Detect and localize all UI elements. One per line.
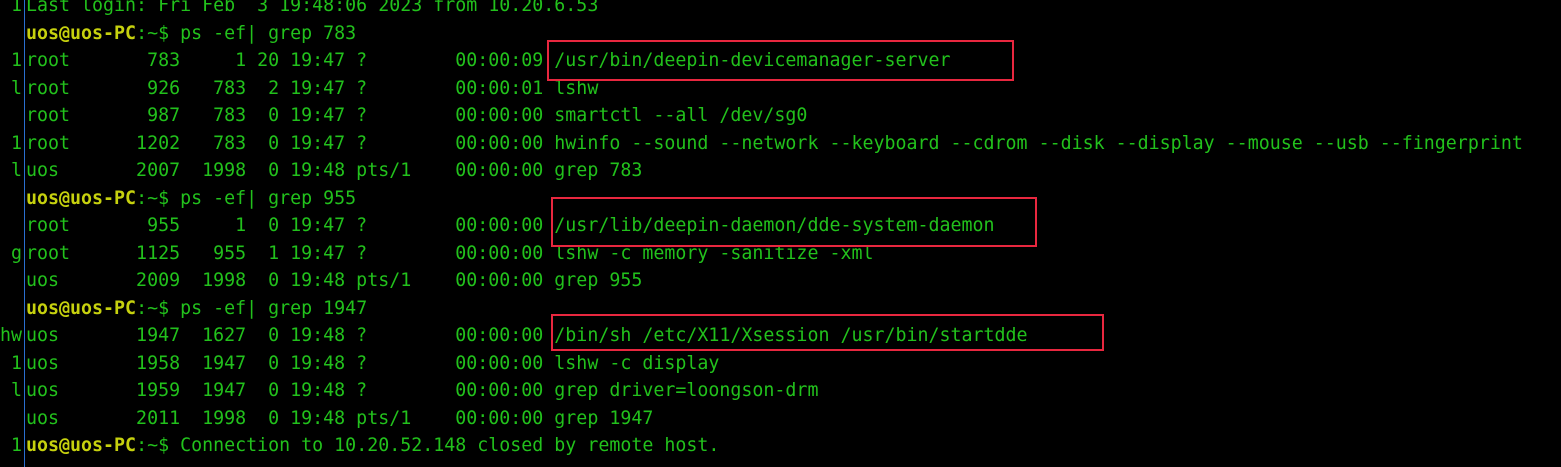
output-line: hw uos 1947 1627 0 19:48 ? 00:00:00 /bin/… [0, 322, 1561, 350]
prompt-path: :~$ [136, 297, 181, 319]
prompt-line: uos@uos-PC:~$ ps -ef| grep 1947 [0, 295, 1561, 323]
output-line: l uos 2007 1998 0 19:48 pts/1 00:00:00 gr… [0, 157, 1561, 185]
output-line: l root 926 783 2 19:47 ? 00:00:01 lshw [0, 75, 1561, 103]
output-text: root 955 1 0 19:47 ? 00:00:00 /usr/lib/d… [26, 215, 995, 236]
output-text: uos 1947 1627 0 19:48 ? 00:00:00 /bin/sh… [26, 325, 1028, 346]
gutter-char: 1 [10, 352, 22, 374]
gutter-char: hw [0, 325, 23, 346]
gutter-char: 1 [10, 435, 22, 456]
output-line: g root 1125 955 1 19:47 ? 00:00:00 lshw -… [0, 240, 1561, 268]
prompt-line: 1 uos@uos-PC:~$ Connection to 10.20.52.14… [0, 432, 1561, 460]
output-line: 1 Last login: Fri Feb 3 19:48:06 2023 fro… [0, 0, 1561, 20]
output-text: root 987 783 0 19:47 ? 00:00:00 smartctl… [26, 105, 808, 126]
prompt-path: :~$ [136, 22, 181, 44]
output-text: root 783 1 20 19:47 ? 00:00:09 /usr/bin/… [26, 50, 951, 71]
output-text: uos 2011 1998 0 19:48 pts/1 00:00:00 gre… [26, 407, 654, 429]
prompt-line: uos@uos-PC:~$ ps -ef| grep 955 [0, 185, 1561, 213]
terminal-window[interactable]: 1 Last login: Fri Feb 3 19:48:06 2023 fro… [0, 0, 1561, 467]
command-text: ps -ef| grep 955 [180, 187, 357, 209]
prompt-user-host: uos@uos-PC [26, 22, 137, 44]
gutter-char: 1 [10, 50, 22, 71]
shell-prompt: uos@uos-PC:~$ ps -ef| grep 1947 [26, 295, 367, 323]
output-line: uos 2011 1998 0 19:48 pts/1 00:00:00 gre… [0, 405, 1561, 433]
prompt-user-host: uos@uos-PC [26, 297, 137, 319]
output-text: root 1202 783 0 19:47 ? 00:00:00 hwinfo … [26, 132, 1523, 154]
output-line: 1 root 1202 783 0 19:47 ? 00:00:00 hwinfo… [0, 130, 1561, 158]
output-text: uos 1958 1947 0 19:48 ? 00:00:00 lshw -c… [26, 352, 720, 374]
output-line: 1 root 783 1 20 19:47 ? 00:00:09 /usr/bin… [0, 47, 1561, 75]
prompt-path: :~$ [136, 187, 181, 209]
output-line: 1 uos 1958 1947 0 19:48 ? 00:00:00 lshw -… [0, 350, 1561, 378]
gutter-char: 1 [10, 0, 22, 16]
output-text: root 1125 955 1 19:47 ? 00:00:00 lshw -c… [26, 242, 874, 264]
command-text: ps -ef| grep 783 [180, 22, 357, 44]
prompt-line: uos@uos-PC:~$ ps -ef| grep 783 [0, 20, 1561, 48]
prompt-path: :~$ [136, 435, 181, 456]
output-text: uos 2007 1998 0 19:48 pts/1 00:00:00 gre… [26, 160, 643, 181]
output-line: root 955 1 0 19:47 ? 00:00:00 /usr/lib/d… [0, 212, 1561, 240]
gutter-char: l [10, 77, 22, 99]
output-text: uos 1959 1947 0 19:48 ? 00:00:00 grep dr… [26, 380, 819, 401]
command-text: ps -ef| grep 1947 [180, 297, 368, 319]
output-line: l uos 1959 1947 0 19:48 ? 00:00:00 grep d… [0, 377, 1561, 405]
output-text: uos 2009 1998 0 19:48 pts/1 00:00:00 gre… [26, 270, 643, 291]
command-text: Connection to 10.20.52.148 closed by rem… [180, 435, 720, 456]
shell-prompt: uos@uos-PC:~$ ps -ef| grep 783 [26, 20, 356, 48]
output-line: root 987 783 0 19:47 ? 00:00:00 smartctl… [0, 102, 1561, 130]
gutter-char: 1 [10, 132, 22, 154]
shell-prompt: uos@uos-PC:~$ Connection to 10.20.52.148… [26, 432, 719, 460]
output-text: root 926 783 2 19:47 ? 00:00:01 lshw [26, 77, 599, 99]
gutter-char: l [10, 160, 22, 181]
output-line: uos 2009 1998 0 19:48 pts/1 00:00:00 gre… [0, 267, 1561, 295]
gutter-char: g [10, 242, 22, 264]
output-text: Last login: Fri Feb 3 19:48:06 2023 from… [26, 0, 599, 16]
prompt-user-host: uos@uos-PC [26, 435, 137, 456]
prompt-user-host: uos@uos-PC [26, 187, 137, 209]
shell-prompt: uos@uos-PC:~$ ps -ef| grep 955 [26, 185, 356, 213]
gutter-char: l [10, 380, 22, 401]
